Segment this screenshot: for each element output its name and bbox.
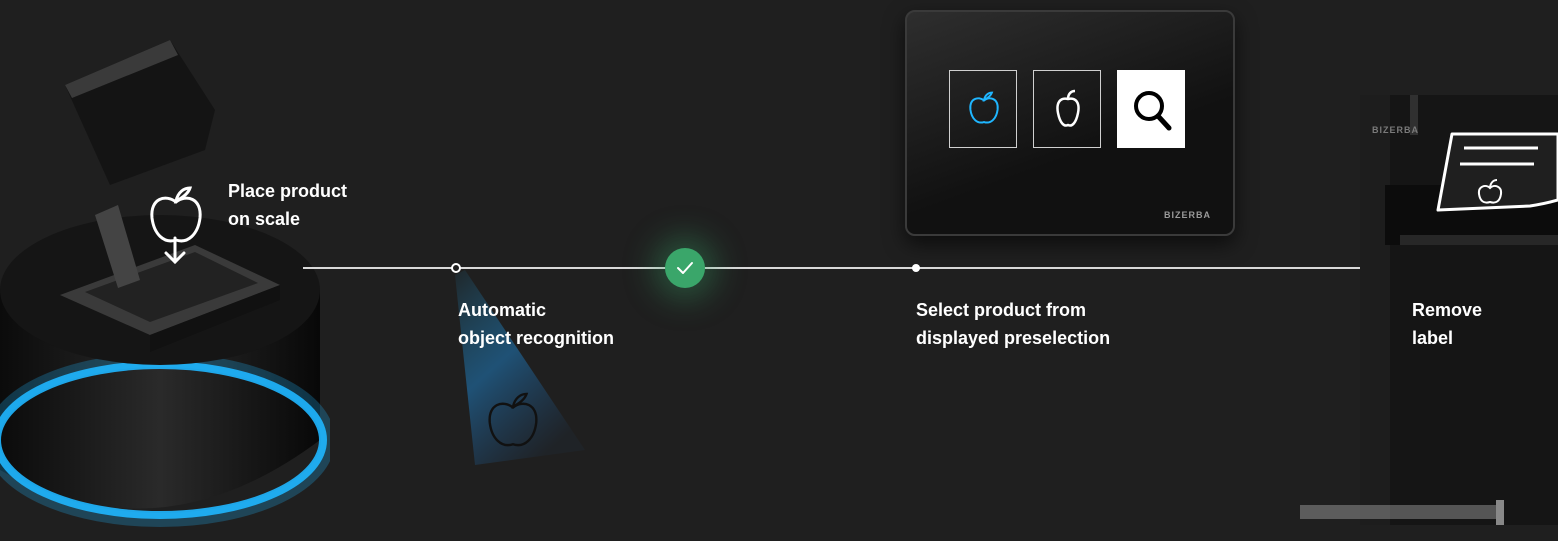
scale-device-illustration bbox=[0, 40, 330, 527]
pepper-icon bbox=[1056, 89, 1080, 127]
step-label-select-product: Select product from displayed preselecti… bbox=[916, 300, 1111, 348]
timeline-node-select bbox=[912, 264, 920, 272]
preselection-tile-apple[interactable] bbox=[949, 70, 1017, 148]
recognition-success-badge bbox=[665, 248, 705, 288]
process-timeline bbox=[303, 267, 1413, 269]
checkmark-icon bbox=[677, 262, 693, 274]
label-icon bbox=[1436, 132, 1558, 212]
preselection-display: BIZERBA bbox=[905, 10, 1235, 236]
preselection-search-tile[interactable] bbox=[1117, 70, 1185, 148]
step-label-recognition: Automatic object recognition bbox=[458, 300, 615, 348]
step-label-remove-label: Remove label bbox=[1412, 300, 1483, 348]
preselection-tile-pepper[interactable] bbox=[1033, 70, 1101, 148]
recognized-apple-icon bbox=[488, 392, 538, 447]
arrow-down-icon bbox=[164, 236, 186, 265]
printer-brand-logo: BIZERBA bbox=[1372, 125, 1419, 135]
step-label-place-product: Place product on scale bbox=[228, 181, 348, 229]
screen-brand-logo: BIZERBA bbox=[1164, 210, 1211, 220]
apple-icon bbox=[969, 91, 999, 124]
search-icon bbox=[1134, 91, 1172, 131]
